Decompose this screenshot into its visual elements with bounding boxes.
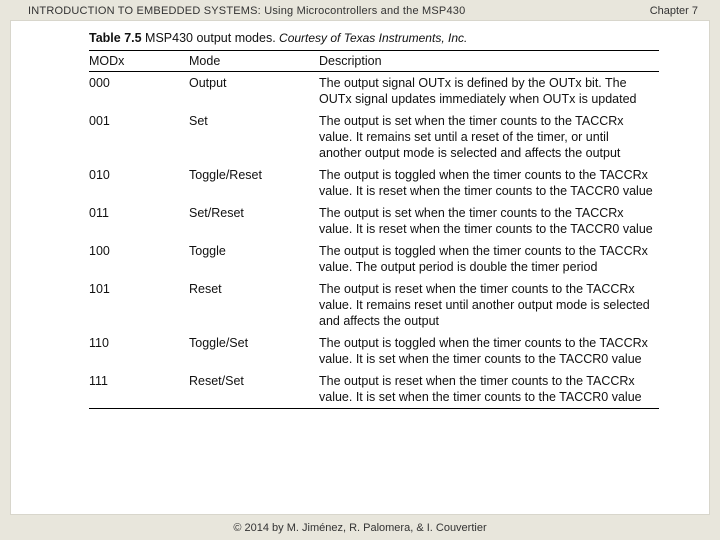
page-header: INTRODUCTION TO EMBEDDED SYSTEMS: Using … — [0, 0, 720, 20]
cell-modx: 111 — [89, 370, 189, 408]
table-caption: Table 7.5 MSP430 output modes. Courtesy … — [89, 29, 659, 50]
book-title-block: INTRODUCTION TO EMBEDDED SYSTEMS: Using … — [28, 5, 465, 17]
table-rule-bottom — [89, 408, 659, 409]
col-header-mode: Mode — [189, 51, 319, 71]
col-header-desc: Description — [319, 51, 659, 71]
table-title: MSP430 output modes. — [142, 31, 276, 45]
table-row: 011Set/ResetThe output is set when the t… — [89, 202, 659, 240]
table-container: Table 7.5 MSP430 output modes. Courtesy … — [89, 29, 659, 409]
cell-modx: 110 — [89, 332, 189, 370]
book-title: INTRODUCTION TO EMBEDDED SYSTEMS: — [28, 5, 261, 17]
cell-mode: Reset/Set — [189, 370, 319, 408]
col-header-modx: MODx — [89, 51, 189, 71]
chapter-label: Chapter 7 — [650, 5, 698, 17]
cell-modx: 100 — [89, 240, 189, 278]
cell-mode: Set — [189, 110, 319, 164]
table-row: 000OutputThe output signal OUTx is defin… — [89, 72, 659, 110]
copyright-text: © 2014 by M. Jiménez, R. Palomera, & I. … — [233, 522, 486, 534]
book-subtitle: Using Microcontrollers and the MSP430 — [261, 5, 465, 17]
cell-description: The output signal OUTx is defined by the… — [319, 72, 659, 110]
cell-modx: 001 — [89, 110, 189, 164]
cell-mode: Reset — [189, 278, 319, 332]
cell-modx: 010 — [89, 164, 189, 202]
cell-mode: Set/Reset — [189, 202, 319, 240]
table-row: 110Toggle/SetThe output is toggled when … — [89, 332, 659, 370]
output-modes-table: MODx Mode Description 000OutputThe outpu… — [89, 51, 659, 408]
table-courtesy: Courtesy of Texas Instruments, Inc. — [276, 31, 468, 45]
cell-description: The output is set when the timer counts … — [319, 110, 659, 164]
table-row: 010Toggle/ResetThe output is toggled whe… — [89, 164, 659, 202]
cell-mode: Toggle — [189, 240, 319, 278]
table-number: Table 7.5 — [89, 31, 142, 45]
cell-description: The output is toggled when the timer cou… — [319, 332, 659, 370]
page-frame: Table 7.5 MSP430 output modes. Courtesy … — [10, 20, 710, 515]
cell-modx: 000 — [89, 72, 189, 110]
table-row: 101ResetThe output is reset when the tim… — [89, 278, 659, 332]
cell-mode: Toggle/Reset — [189, 164, 319, 202]
table-row: 001SetThe output is set when the timer c… — [89, 110, 659, 164]
cell-mode: Toggle/Set — [189, 332, 319, 370]
page-footer: © 2014 by M. Jiménez, R. Palomera, & I. … — [0, 522, 720, 534]
table-header-row: MODx Mode Description — [89, 51, 659, 71]
cell-description: The output is set when the timer counts … — [319, 202, 659, 240]
table-row: 111Reset/SetThe output is reset when the… — [89, 370, 659, 408]
cell-description: The output is toggled when the timer cou… — [319, 164, 659, 202]
cell-modx: 011 — [89, 202, 189, 240]
cell-modx: 101 — [89, 278, 189, 332]
cell-description: The output is reset when the timer count… — [319, 278, 659, 332]
table-row: 100ToggleThe output is toggled when the … — [89, 240, 659, 278]
cell-mode: Output — [189, 72, 319, 110]
cell-description: The output is toggled when the timer cou… — [319, 240, 659, 278]
cell-description: The output is reset when the timer count… — [319, 370, 659, 408]
